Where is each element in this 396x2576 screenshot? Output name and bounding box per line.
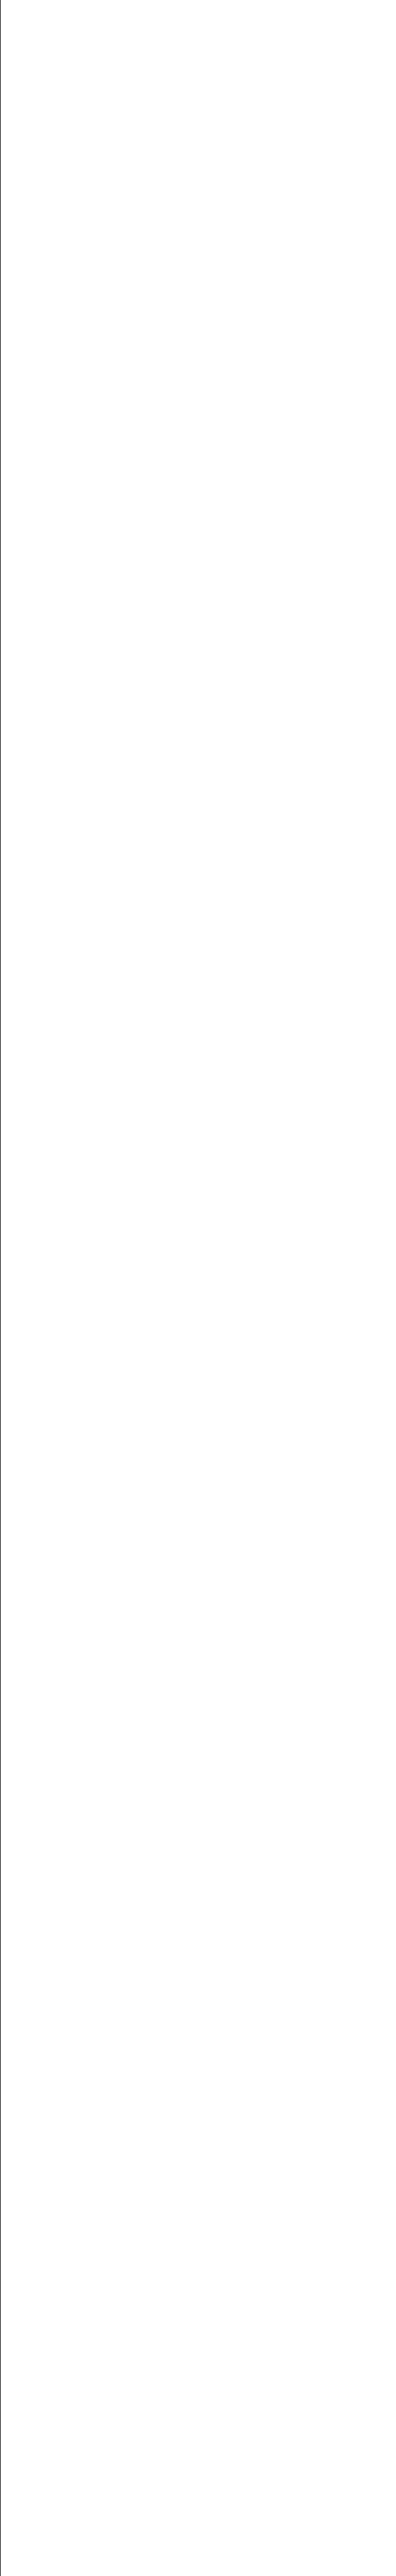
time-window-header <box>1 13 396 23</box>
waveform-window <box>0 0 396 2576</box>
event-header <box>1 0 396 13</box>
